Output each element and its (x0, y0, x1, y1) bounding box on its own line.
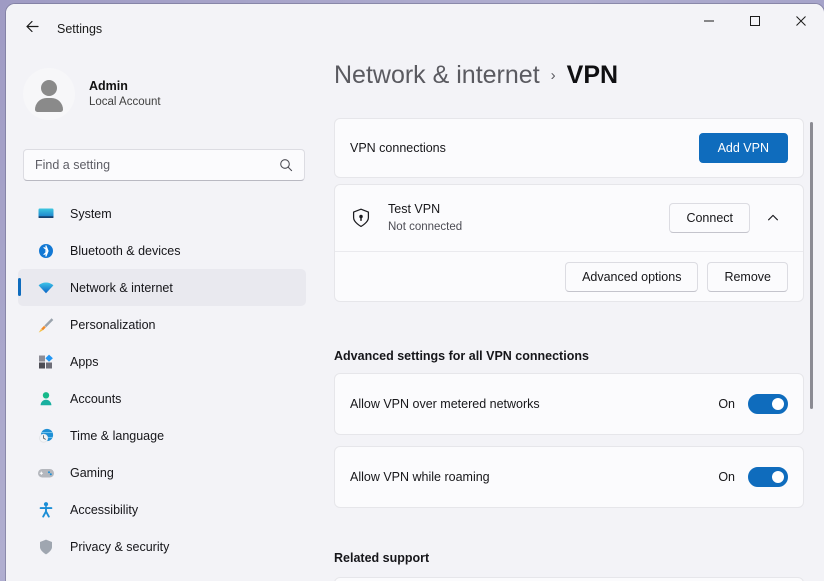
shield-icon (37, 538, 55, 556)
sidebar-item-label: Gaming (70, 466, 114, 480)
back-arrow-icon (24, 18, 41, 35)
accessibility-icon (37, 501, 55, 519)
expand-collapse-button[interactable] (758, 204, 788, 232)
profile-subtitle: Local Account (89, 95, 161, 110)
clock-globe-icon (37, 427, 55, 445)
maximize-button[interactable] (732, 4, 778, 38)
advanced-options-button[interactable]: Advanced options (565, 262, 698, 292)
sidebar-item-label: Bluetooth & devices (70, 244, 181, 258)
profile-name: Admin (89, 78, 161, 95)
sidebar-item-label: Personalization (70, 318, 155, 332)
sidebar-item-time-language[interactable]: Time & language (18, 417, 306, 454)
close-icon (795, 15, 807, 27)
search-icon (279, 158, 293, 172)
wifi-icon (37, 279, 55, 297)
page-title: VPN (567, 61, 618, 90)
sidebar-item-accounts[interactable]: Accounts (18, 380, 306, 417)
vpn-actions-row: Advanced options Remove (335, 251, 803, 302)
related-support-heading: Related support (334, 551, 429, 565)
close-button[interactable] (778, 4, 824, 38)
breadcrumb-parent[interactable]: Network & internet (334, 61, 540, 90)
sidebar-item-label: Time & language (70, 429, 164, 443)
sidebar-item-system[interactable]: System (18, 195, 306, 232)
sidebar-item-gaming[interactable]: Gaming (18, 454, 306, 491)
minimize-button[interactable] (686, 4, 732, 38)
maximize-icon (749, 15, 761, 27)
profile-card[interactable]: Admin Local Account (23, 64, 288, 124)
advanced-settings-heading: Advanced settings for all VPN connection… (334, 349, 589, 363)
card-divider (335, 251, 803, 252)
sidebar-item-label: System (70, 207, 112, 221)
sidebar-item-label: Accounts (70, 392, 121, 406)
bluetooth-icon (37, 242, 55, 260)
setting-label: Allow VPN while roaming (350, 470, 490, 484)
search-placeholder: Find a setting (35, 158, 279, 172)
remove-button[interactable]: Remove (707, 262, 788, 292)
sidebar-item-accessibility[interactable]: Accessibility (18, 491, 306, 528)
sidebar-item-bluetooth-devices[interactable]: Bluetooth & devices (18, 232, 306, 269)
sidebar-item-label: Privacy & security (70, 540, 169, 554)
sidebar-item-network-internet[interactable]: Network & internet (18, 269, 306, 306)
related-support-card[interactable] (334, 577, 804, 581)
sidebar-item-label: Apps (70, 355, 99, 369)
toggle-state-label: On (718, 397, 735, 411)
breadcrumb-separator-icon: › (551, 67, 556, 84)
paintbrush-icon (37, 316, 55, 334)
vpn-connections-card: VPN connections Add VPN (334, 118, 804, 178)
minimize-icon (703, 15, 715, 27)
breadcrumb: Network & internet › VPN (334, 61, 618, 90)
sidebar: Admin Local Account Find a setting (6, 48, 318, 581)
search-input[interactable]: Find a setting (23, 149, 305, 181)
vpn-name: Test VPN (388, 201, 462, 219)
toggle-metered-networks[interactable] (748, 394, 788, 414)
toggle-roaming[interactable] (748, 467, 788, 487)
gamepad-icon (37, 464, 55, 482)
back-button[interactable] (16, 12, 48, 40)
vpn-shield-icon (350, 207, 372, 229)
sidebar-item-privacy-security[interactable]: Privacy & security (18, 528, 306, 565)
sidebar-nav: System Bluetooth & devices (6, 195, 318, 565)
person-avatar-icon (41, 80, 57, 96)
vpn-connection-row[interactable]: Test VPN Not connected Connect (335, 185, 803, 251)
sidebar-item-label: Accessibility (70, 503, 138, 517)
window-title: Settings (57, 22, 102, 36)
setting-label: Allow VPN over metered networks (350, 397, 540, 411)
chevron-up-icon (766, 211, 780, 225)
accounts-person-icon (37, 390, 55, 408)
content-scrollbar[interactable] (810, 122, 813, 409)
title-bar: Settings (6, 4, 824, 48)
avatar (23, 68, 75, 120)
window-controls (686, 4, 824, 40)
vpn-connection-card: Test VPN Not connected Connect Advanced … (334, 184, 804, 302)
setting-roaming-card: Allow VPN while roaming On (334, 446, 804, 508)
sidebar-item-label: Network & internet (70, 281, 173, 295)
apps-icon (37, 353, 55, 371)
vpn-connections-label: VPN connections (350, 141, 446, 155)
sidebar-item-apps[interactable]: Apps (18, 343, 306, 380)
toggle-state-label: On (718, 470, 735, 484)
sidebar-item-personalization[interactable]: Personalization (18, 306, 306, 343)
monitor-icon (37, 205, 55, 223)
settings-window: Settings (6, 4, 824, 581)
main-content: Network & internet › VPN VPN connections… (318, 48, 824, 581)
vpn-status: Not connected (388, 219, 462, 235)
setting-metered-networks-card: Allow VPN over metered networks On (334, 373, 804, 435)
connect-button[interactable]: Connect (669, 203, 750, 233)
add-vpn-button[interactable]: Add VPN (699, 133, 788, 163)
